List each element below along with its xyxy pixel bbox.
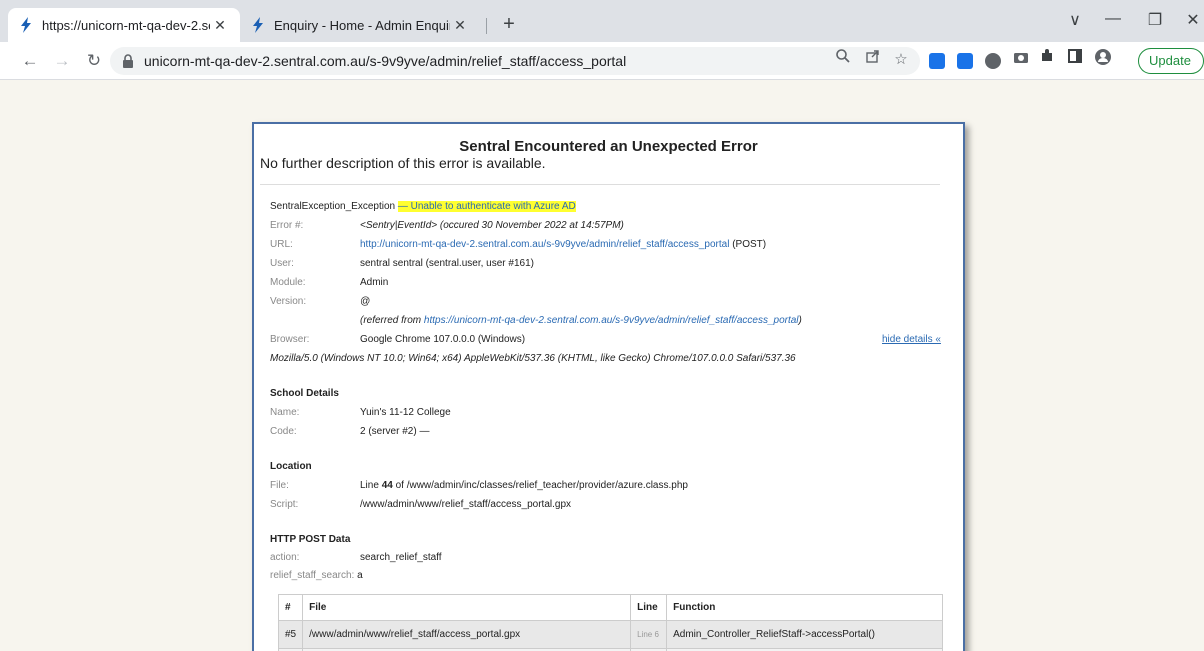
close-window-button[interactable]: ✕ [1178, 10, 1204, 30]
trace-num: #5 [277, 620, 304, 649]
table-row: #5 /www/admin/www/relief_staff/access_po… [277, 620, 943, 649]
http-post-heading: HTTP POST Data [270, 534, 351, 545]
restore-button[interactable]: ❐ [1140, 10, 1170, 30]
reload-icon[interactable]: ↻ [82, 49, 106, 73]
browser-label: Browser: [270, 334, 310, 345]
school-name-value: Yuin's 11-12 College [360, 407, 451, 418]
col-header-num: # [277, 594, 304, 621]
action-label: action: [270, 552, 300, 563]
exception-name: SentralException_Exception [270, 201, 396, 212]
error-number-value: <Sentry|EventId> (occured 30 November 20… [360, 220, 624, 231]
file-prefix: Line [360, 480, 379, 491]
col-header-file: File [302, 594, 632, 621]
sentral-favicon-icon [18, 17, 34, 33]
search-param-line: relief_staff_search: a [270, 570, 363, 581]
exception-message: — Unable to authenticate with Azure AD [397, 201, 576, 212]
browser-toolbar: ← → ↻ unicorn-mt-qa-dev-2.sentral.com.au… [0, 42, 1204, 80]
extension-blue-square-icon[interactable] [929, 53, 945, 69]
exception-line: SentralException_Exception — Unable to a… [270, 201, 576, 212]
version-value: @ [360, 296, 371, 307]
referred-from-line: (referred from https://unicorn-mt-qa-dev… [360, 315, 802, 326]
url-link[interactable]: http://unicorn-mt-qa-dev-2.sentral.com.a… [360, 239, 729, 250]
tab-search-icon[interactable]: ∨ [1060, 10, 1090, 30]
error-panel: Sentral Encountered an Unexpected Error … [252, 122, 965, 651]
sentral-favicon-icon [250, 17, 266, 33]
referred-suffix: ) [798, 315, 802, 326]
tab-title: Enquiry - Home - Admin Enquiry [274, 17, 450, 33]
update-button[interactable]: Update [1138, 48, 1204, 74]
profile-avatar-icon[interactable] [1092, 48, 1114, 72]
script-value: /www/admin/www/relief_staff/access_porta… [360, 499, 572, 510]
extensions-puzzle-icon[interactable] [1036, 48, 1058, 72]
zoom-icon[interactable] [832, 48, 854, 72]
bookmark-star-icon[interactable]: ☆ [890, 48, 912, 72]
col-header-line: Line [630, 594, 668, 621]
tab-enquiry-home[interactable]: Enquiry - Home - Admin Enquiry ✕ [240, 8, 480, 42]
school-code-value: 2 (server #2) — [360, 426, 430, 437]
school-code-label: Code: [270, 426, 297, 437]
file-label: File: [270, 480, 289, 491]
tab-title: https://unicorn-mt-qa-dev-2.sent [42, 17, 210, 33]
minimize-button[interactable]: — [1098, 10, 1128, 28]
forward-arrow-icon[interactable]: → [50, 49, 74, 73]
module-label: Module: [270, 277, 306, 288]
module-value: Admin [360, 277, 389, 288]
tab-sentral-error[interactable]: https://unicorn-mt-qa-dev-2.sent ✕ [8, 8, 240, 42]
camera-icon[interactable] [1010, 48, 1032, 72]
browser-value: Google Chrome 107.0.0.0 (Windows) [360, 334, 526, 345]
user-label: User: [270, 258, 294, 269]
file-value: Line 44 of /www/admin/inc/classes/relief… [360, 480, 688, 491]
url-label: URL: [270, 239, 293, 250]
divider [260, 184, 940, 185]
trace-file: /www/admin/www/relief_staff/access_porta… [302, 620, 632, 649]
trace-function: Admin_Controller_ReliefStaff->accessPort… [666, 620, 943, 649]
file-path: of /www/admin/inc/classes/relief_teacher… [395, 480, 688, 491]
tab-strip: https://unicorn-mt-qa-dev-2.sent ✕ Enqui… [0, 0, 1204, 42]
extension-fi-icon[interactable] [957, 53, 973, 69]
user-agent: Mozilla/5.0 (Windows NT 10.0; Win64; x64… [270, 353, 796, 364]
share-icon[interactable] [862, 48, 884, 72]
address-bar[interactable]: unicorn-mt-qa-dev-2.sentral.com.au/s-9v9… [110, 47, 920, 75]
side-panel-icon[interactable] [1064, 48, 1086, 72]
hide-details-link[interactable]: hide details « [882, 334, 941, 345]
version-label: Version: [270, 296, 307, 307]
trace-line: Line 6 [630, 620, 668, 649]
url-method: (POST) [732, 239, 767, 250]
school-name-label: Name: [270, 407, 300, 418]
location-heading: Location [270, 461, 312, 472]
referred-link[interactable]: https://unicorn-mt-qa-dev-2.sentral.com.… [424, 315, 799, 326]
new-tab-button[interactable]: + [496, 12, 522, 38]
error-description: No further description of this error is … [260, 155, 546, 171]
search-param-value: a [357, 570, 363, 581]
stack-trace-table: # File Line Function #5 /www/admin/www/r… [277, 594, 943, 651]
tab-close-icon[interactable]: ✕ [210, 17, 230, 34]
url-value-line: http://unicorn-mt-qa-dev-2.sentral.com.a… [360, 239, 766, 250]
extension-w-icon[interactable] [985, 53, 1001, 69]
file-line-number: 44 [381, 480, 393, 491]
referred-prefix: (referred from [360, 315, 422, 326]
error-number-label: Error #: [270, 220, 304, 231]
url-text: unicorn-mt-qa-dev-2.sentral.com.au/s-9v9… [144, 53, 627, 69]
lock-icon [122, 54, 136, 68]
search-param-label: relief_staff_search: [270, 570, 355, 581]
school-details-heading: School Details [270, 388, 339, 399]
back-arrow-icon[interactable]: ← [18, 49, 42, 73]
action-value: search_relief_staff [360, 552, 442, 563]
tab-separator [486, 18, 487, 34]
script-label: Script: [270, 499, 299, 510]
page-title: Sentral Encountered an Unexpected Error [459, 138, 758, 155]
user-value: sentral sentral (sentral.user, user #161… [360, 258, 534, 269]
tab-close-icon[interactable]: ✕ [450, 17, 470, 34]
col-header-function: Function [666, 594, 943, 621]
